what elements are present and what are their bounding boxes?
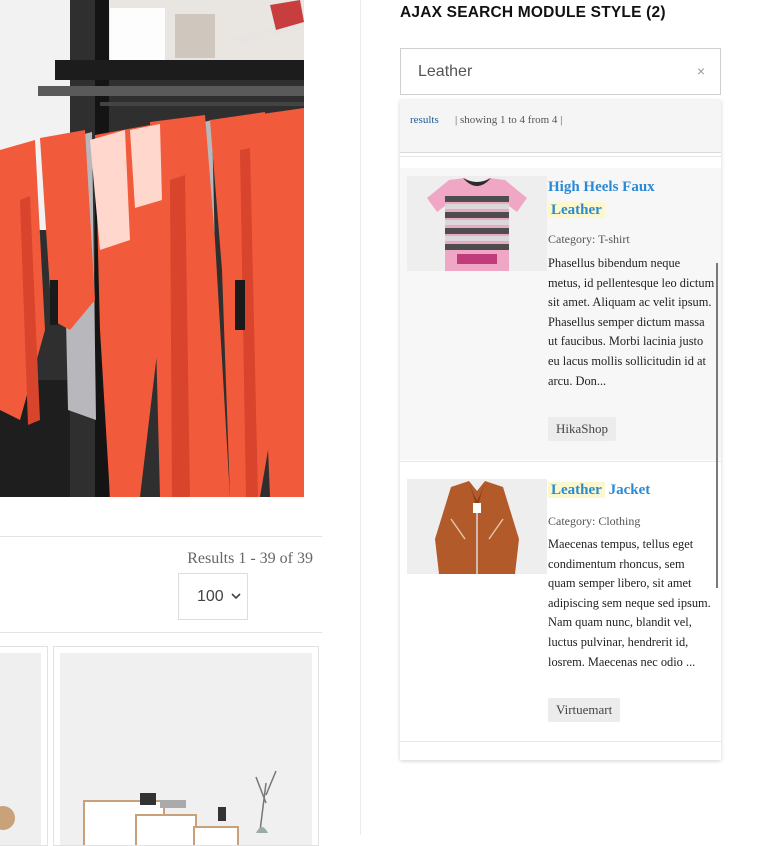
module-title: AJAX SEARCH MODULE STYLE (2) <box>400 4 666 21</box>
search-result-item[interactable]: Leather Jacket Category: Clothing Maecen… <box>400 461 721 741</box>
toolbar-divider-bottom <box>0 632 322 633</box>
results-header: results | showing 1 to 4 from 4 | <box>400 100 721 153</box>
results-range-text: | showing 1 to 4 from 4 | <box>455 114 563 126</box>
results-tab[interactable]: results <box>410 114 439 126</box>
result-category: Category: Clothing <box>548 514 641 528</box>
chevron-down-icon <box>231 591 241 603</box>
clear-search-icon[interactable]: × <box>697 63 705 79</box>
result-source-badge: Virtuemart <box>548 698 621 722</box>
search-result-item[interactable]: High Heels Faux Leather Category: T-shir… <box>400 168 721 460</box>
result-thumbnail <box>407 176 547 271</box>
product-image <box>0 653 41 845</box>
result-description: Phasellus bibendum neque metus, id pelle… <box>548 256 715 388</box>
result-source-badge: HikaShop <box>548 417 616 441</box>
results-count: Results 1 - 39 of 39 <box>187 550 313 567</box>
search-input[interactable] <box>401 49 698 94</box>
result-thumbnail <box>407 479 547 574</box>
results-scrollbar[interactable] <box>716 263 718 588</box>
result-title[interactable]: Leather Jacket <box>548 479 713 502</box>
product-card[interactable] <box>0 646 48 846</box>
column-divider <box>360 0 361 835</box>
result-title-text: High Heels Faux <box>548 179 655 195</box>
result-title-highlight: Leather <box>548 202 605 218</box>
clothing-rack-image <box>0 0 304 497</box>
result-description: Maecenas tempus, tellus eget condimentum… <box>548 537 711 669</box>
results-footer-divider <box>400 741 721 742</box>
search-box: × <box>400 48 721 95</box>
toolbar-divider-top <box>0 536 322 537</box>
result-title-highlight: Leather <box>548 482 605 498</box>
search-results-dropdown: results | showing 1 to 4 from 4 | High H… <box>400 100 721 760</box>
result-title[interactable]: High Heels Faux Leather <box>548 176 713 222</box>
product-card[interactable] <box>53 646 319 846</box>
results-limit-value: 100 <box>197 587 224 605</box>
result-category: Category: T-shirt <box>548 232 630 246</box>
result-title-text: Jacket <box>608 482 651 498</box>
product-image <box>60 653 312 845</box>
results-divider <box>400 156 721 157</box>
results-limit-select[interactable]: 100 <box>178 573 248 620</box>
